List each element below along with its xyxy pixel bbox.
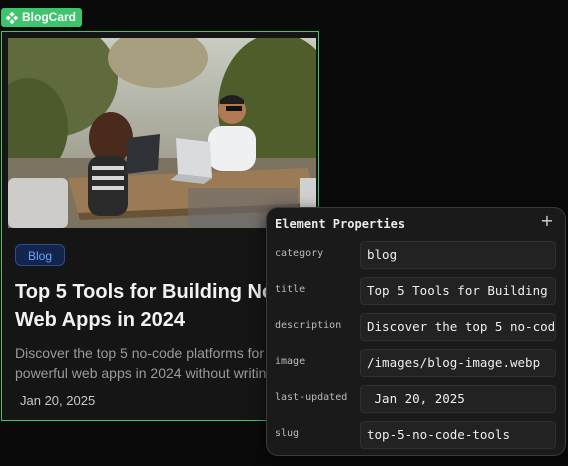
category-badge[interactable]: Blog	[15, 244, 66, 266]
panel-title: Element Properties	[275, 217, 406, 231]
element-properties-panel: Element Properties + category blog title…	[266, 207, 566, 456]
property-label: last-updated	[275, 392, 348, 403]
property-label: image	[275, 356, 306, 367]
property-label: description	[275, 320, 342, 331]
property-row-category: category blog	[267, 241, 567, 269]
property-value-field[interactable]: Discover the top 5 no-code platforms	[360, 313, 556, 341]
blog-card-date: Jan 20, 2025	[20, 393, 96, 408]
plus-icon[interactable]: +	[539, 213, 555, 229]
property-row-slug: slug top-5-no-code-tools	[267, 421, 567, 449]
property-row-description: description Discover the top 5 no-code p…	[267, 313, 567, 341]
blog-card-image	[8, 38, 316, 228]
property-value-field[interactable]: top-5-no-code-tools	[360, 421, 556, 449]
property-value-field[interactable]: Jan 20, 2025	[360, 385, 556, 413]
component-tag[interactable]: BlogCard	[1, 8, 82, 27]
property-row-last-updated: last-updated Jan 20, 2025	[267, 385, 567, 413]
component-icon	[6, 11, 18, 24]
property-label: slug	[275, 428, 300, 439]
property-row-image: image /images/blog-image.webp	[267, 349, 567, 377]
property-value-field[interactable]: Top 5 Tools for Building No-Code Web App…	[360, 277, 556, 305]
property-row-title: title Top 5 Tools for Building No-Code W…	[267, 277, 567, 305]
property-value-field[interactable]: /images/blog-image.webp	[360, 349, 556, 377]
property-value-field[interactable]: blog	[360, 241, 556, 269]
component-tag-label: BlogCard	[22, 10, 76, 24]
property-label: title	[275, 284, 306, 295]
property-label: category	[275, 248, 324, 259]
